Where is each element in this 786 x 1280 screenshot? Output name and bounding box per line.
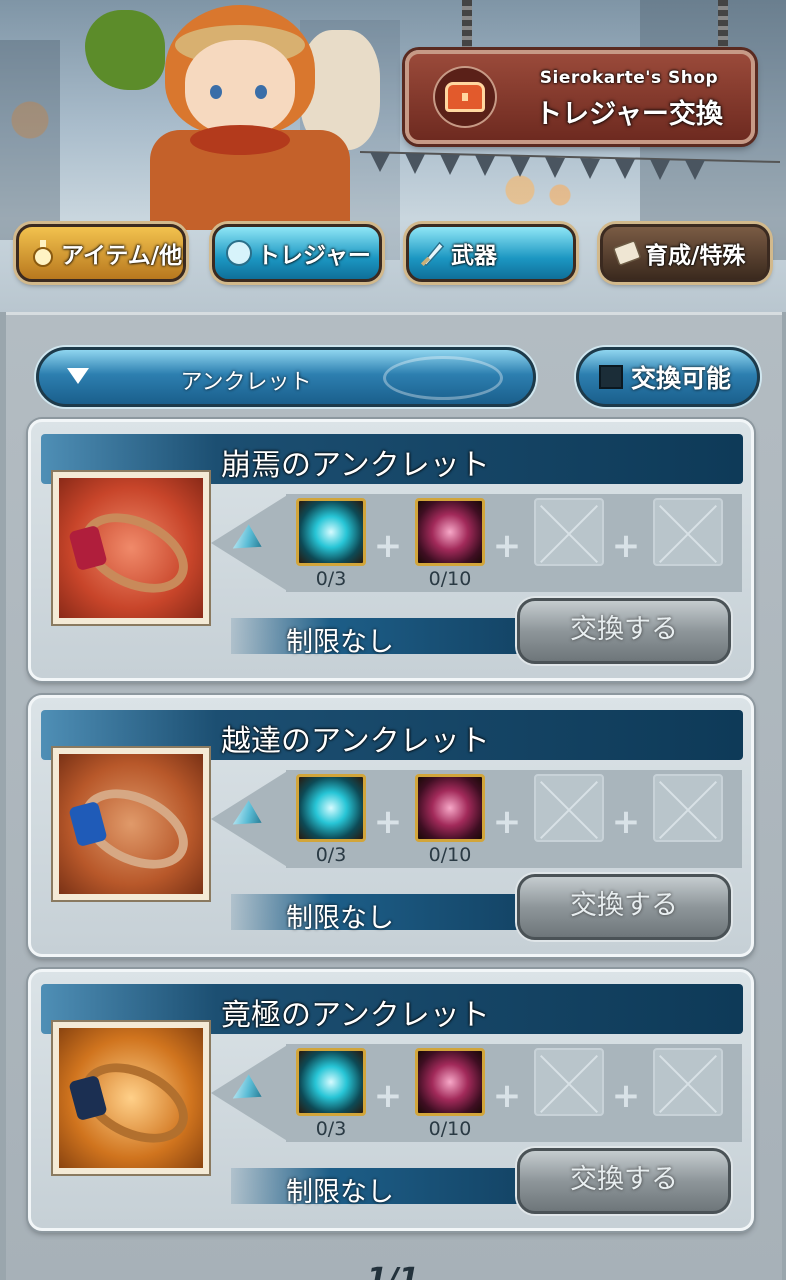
page-title: トレジャー交換: [535, 99, 723, 130]
shop-header-banner: Sierokarte's Shop トレジャー交換 アイテム/他 トレジャー 武…: [0, 0, 786, 312]
exchange-button[interactable]: 交換する: [517, 1148, 731, 1214]
plus-icon: +: [373, 526, 403, 566]
tab-items-other[interactable]: アイテム/他: [16, 224, 186, 282]
tab-label: アイテム/他: [61, 243, 183, 269]
ticket-icon: [613, 238, 641, 268]
exchange-button[interactable]: 交換する: [517, 598, 731, 664]
plus-icon: +: [611, 802, 641, 842]
material-slot[interactable]: 0/3: [286, 772, 376, 868]
tab-training-special[interactable]: 育成/特殊: [600, 224, 770, 282]
exchangeable-only-toggle[interactable]: 交換可能: [576, 347, 760, 407]
sword-icon: [419, 238, 447, 268]
material-count: 0/3: [315, 568, 347, 590]
cyan-orb-icon: [296, 1048, 366, 1116]
material-slot[interactable]: 0/3: [286, 1046, 376, 1142]
plus-icon: +: [373, 802, 403, 842]
checkbox[interactable]: [599, 365, 623, 389]
parrot: [85, 10, 165, 90]
character-eye: [210, 85, 222, 99]
empty-material-slot: [524, 1046, 614, 1142]
sign-chain: [718, 0, 728, 52]
material-slot[interactable]: 0/3: [286, 496, 376, 592]
exchange-item-card: 越達のアンクレット 0/3 + 0/10 + + 制限なし 交換する: [28, 695, 754, 957]
toggle-label: 交換可能: [631, 364, 732, 393]
material-count: 0/10: [428, 844, 472, 866]
material-slot[interactable]: 0/10: [405, 1046, 495, 1142]
item-name: 竟極のアンクレット: [221, 998, 490, 1033]
sign-chain: [462, 0, 472, 52]
crimson-shard-icon: [415, 1048, 485, 1116]
background-building: [0, 40, 60, 240]
empty-material-slot: [524, 496, 614, 592]
empty-slot-icon: [653, 1048, 723, 1116]
exchange-item-card: 崩焉のアンクレット 0/3 + 0/10 + + 制限なし 交換する: [28, 419, 754, 681]
exchange-panel: アンクレット 交換可能 崩焉のアンクレット 0/3 + 0/10 + + 制限な…: [6, 312, 782, 1280]
item-image-frame[interactable]: [51, 1020, 211, 1176]
category-filter-dropdown[interactable]: アンクレット: [36, 347, 536, 407]
empty-slot-icon: [534, 498, 604, 566]
empty-slot-icon: [534, 1048, 604, 1116]
limit-bar: [231, 1168, 561, 1204]
limit-bar: [231, 894, 561, 930]
crimson-shard-icon: [415, 498, 485, 566]
item-name: 崩焉のアンクレット: [221, 448, 490, 483]
tab-label: トレジャー: [257, 243, 371, 269]
material-slot[interactable]: 0/10: [405, 496, 495, 592]
empty-slot-icon: [653, 498, 723, 566]
exchange-button[interactable]: 交換する: [517, 874, 731, 940]
anklet-image: [59, 754, 203, 894]
empty-material-slot: [643, 1046, 733, 1142]
anklet-image: [59, 478, 203, 618]
plus-icon: +: [492, 1076, 522, 1116]
exchange-item-card: 竟極のアンクレット 0/3 + 0/10 + + 制限なし 交換する: [28, 969, 754, 1231]
item-image-frame[interactable]: [51, 746, 211, 902]
material-count: 0/3: [315, 844, 347, 866]
exchange-limit: 制限なし: [286, 903, 394, 934]
plus-icon: +: [492, 802, 522, 842]
empty-slot-icon: [653, 774, 723, 842]
empty-material-slot: [524, 772, 614, 868]
empty-slot-icon: [534, 774, 604, 842]
item-image-frame[interactable]: [51, 470, 211, 626]
character-face: [185, 40, 295, 135]
material-count: 0/10: [428, 568, 472, 590]
cyan-orb-icon: [296, 498, 366, 566]
shop-name: Sierokarte's Shop: [539, 68, 719, 88]
cyan-orb-icon: [296, 774, 366, 842]
crimson-shard-icon: [415, 774, 485, 842]
empty-material-slot: [643, 496, 733, 592]
plus-icon: +: [492, 526, 522, 566]
anklet-image: [59, 1028, 203, 1168]
empty-material-slot: [643, 772, 733, 868]
exchange-limit: 制限なし: [286, 1177, 394, 1208]
exchange-limit: 制限なし: [286, 627, 394, 658]
potion-icon: [29, 238, 57, 268]
plus-icon: +: [373, 1076, 403, 1116]
sierokarte-character-art: [70, 0, 380, 230]
character-scarf: [190, 125, 290, 155]
plus-icon: +: [611, 526, 641, 566]
treasure-orb-icon: [225, 238, 253, 268]
material-count: 0/10: [428, 1118, 472, 1140]
emblem-decoration: [383, 356, 503, 400]
page-indicator: 1/1: [366, 1262, 420, 1280]
plus-icon: +: [611, 1076, 641, 1116]
character-eye: [255, 85, 267, 99]
tab-weapon[interactable]: 武器: [406, 224, 576, 282]
treasure-chest-icon: [433, 66, 497, 128]
bunting-flags: [360, 151, 780, 180]
limit-bar: [231, 618, 561, 654]
tab-label: 武器: [451, 243, 497, 269]
item-name: 越達のアンクレット: [221, 724, 490, 759]
material-slot[interactable]: 0/10: [405, 772, 495, 868]
tab-label: 育成/特殊: [645, 243, 746, 269]
tab-treasure[interactable]: トレジャー: [212, 224, 382, 282]
shop-sign: Sierokarte's Shop トレジャー交換: [405, 50, 755, 144]
material-count: 0/3: [315, 1118, 347, 1140]
